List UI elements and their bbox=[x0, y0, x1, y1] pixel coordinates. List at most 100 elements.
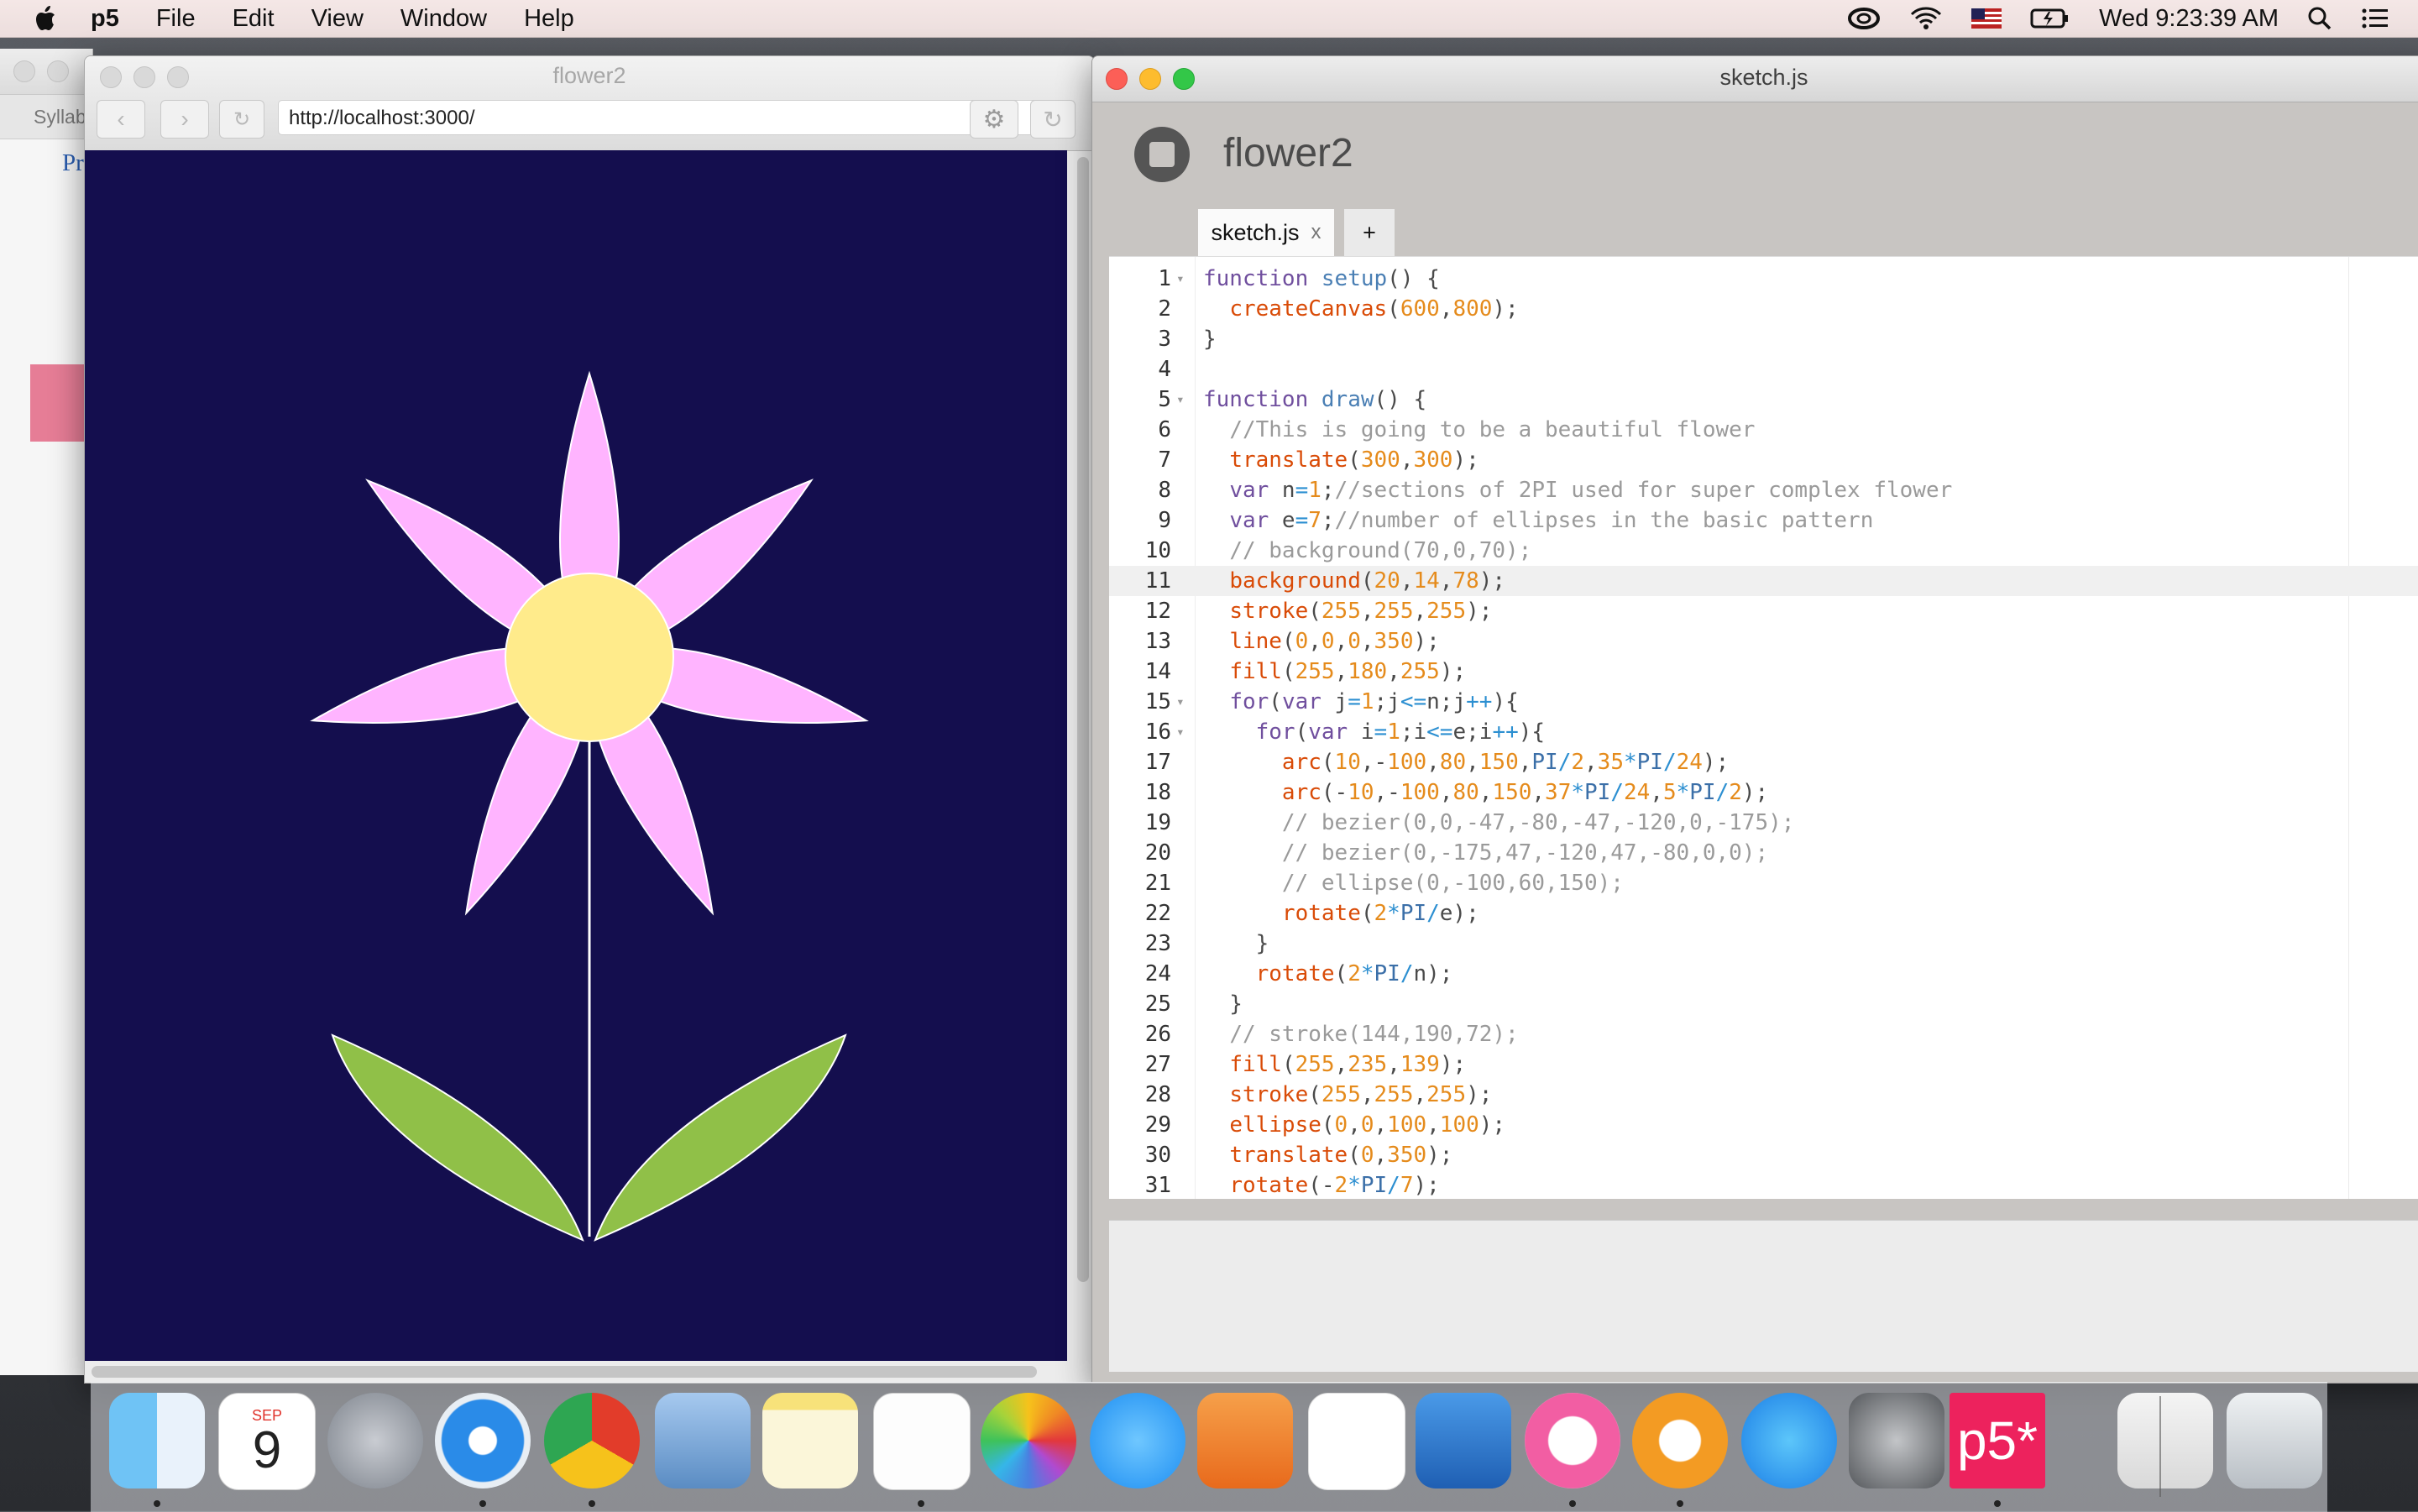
dock-item-p5[interactable]: p5* bbox=[1950, 1393, 2045, 1488]
code-line[interactable]: 13 line(0,0,0,350); bbox=[1109, 626, 2418, 657]
line-number: 11 bbox=[1144, 568, 1171, 594]
tab-close-icon[interactable]: x bbox=[1311, 221, 1322, 244]
code-line[interactable]: 30 translate(0,350); bbox=[1109, 1140, 2418, 1170]
code-line[interactable]: 15 ▾ for(var j=1;j<=n;j++){ bbox=[1109, 687, 2418, 717]
code-line[interactable]: 31 rotate(-2*PI/7); bbox=[1109, 1170, 2418, 1199]
editor-window[interactable]: sketch.js flower2 sketch.js x + 1 ▾ functi… bbox=[1091, 55, 2418, 1384]
code-line[interactable]: 16 ▾ for(var i=1;i<=e;i++){ bbox=[1109, 717, 2418, 747]
url-input[interactable]: http://localhost:3000/ bbox=[278, 100, 1039, 135]
dock-item-mail[interactable] bbox=[655, 1393, 751, 1488]
menu-file[interactable]: File bbox=[156, 5, 196, 33]
stop-button[interactable] bbox=[1134, 127, 1190, 182]
menubar-clock[interactable]: Wed 9:23:39 AM bbox=[2099, 5, 2279, 33]
code-line[interactable]: 23 } bbox=[1109, 929, 2418, 959]
dock-item-notes[interactable] bbox=[762, 1393, 858, 1488]
dock-item-pages[interactable] bbox=[1197, 1393, 1293, 1488]
chevron-left-icon: ‹ bbox=[117, 106, 125, 132]
notification-center-icon[interactable] bbox=[2361, 7, 2389, 30]
fold-toggle-icon[interactable]: ▾ bbox=[1176, 385, 1185, 415]
code-line[interactable]: 21 // ellipse(0,-100,60,150); bbox=[1109, 868, 2418, 898]
dock-item-trash[interactable] bbox=[2227, 1393, 2322, 1488]
dock-item-ibooks[interactable] bbox=[1632, 1393, 1728, 1488]
dock-item-system-preferences[interactable] bbox=[1849, 1393, 1944, 1488]
line-number: 10 bbox=[1144, 538, 1171, 563]
sketch-canvas[interactable] bbox=[85, 150, 1067, 1361]
code-line[interactable]: 14 fill(255,180,255); bbox=[1109, 657, 2418, 687]
menu-view[interactable]: View bbox=[311, 5, 364, 33]
code-line[interactable]: 4 bbox=[1109, 354, 2418, 385]
code-line[interactable]: 24 rotate(2*PI/n); bbox=[1109, 959, 2418, 989]
dock-item-documents[interactable] bbox=[2117, 1393, 2213, 1488]
code-text: // bezier(0,0,-47,-80,-47,-120,0,-175); bbox=[1281, 810, 1795, 835]
tab-sketch-js[interactable]: sketch.js x bbox=[1198, 209, 1334, 256]
code-line[interactable]: 9 var e=7;//number of ellipses in the ba… bbox=[1109, 505, 2418, 536]
settings-button[interactable]: ⚙ bbox=[970, 100, 1018, 139]
horizontal-scrollbar[interactable] bbox=[92, 1366, 1037, 1378]
code-line[interactable]: 19 // bezier(0,0,-47,-80,-47,-120,0,-175… bbox=[1109, 808, 2418, 838]
chrome-icon bbox=[544, 1393, 640, 1488]
book-icon bbox=[1632, 1393, 1728, 1488]
menu-edit[interactable]: Edit bbox=[233, 5, 275, 33]
code-line[interactable]: 8 var n=1;//sections of 2PI used for sup… bbox=[1109, 475, 2418, 505]
code-line[interactable]: 22 rotate(2*PI/e); bbox=[1109, 898, 2418, 929]
dock-item-launchpad[interactable] bbox=[327, 1393, 423, 1488]
editor-titlebar[interactable]: sketch.js bbox=[1092, 56, 2418, 102]
dock-item-calendar[interactable]: SEP 9 bbox=[218, 1393, 316, 1490]
menu-window[interactable]: Window bbox=[400, 5, 487, 33]
code-line[interactable]: 29 ellipse(0,0,100,100); bbox=[1109, 1110, 2418, 1140]
code-line[interactable]: 2 createCanvas(600,800); bbox=[1109, 294, 2418, 324]
code-editor[interactable]: 1 ▾ function setup() {2 createCanvas(600,8… bbox=[1109, 256, 2418, 1199]
dock-item-messages[interactable] bbox=[1090, 1393, 1185, 1488]
battery-icon[interactable] bbox=[2030, 8, 2070, 29]
code-line[interactable]: 26 // stroke(144,190,72); bbox=[1109, 1019, 2418, 1049]
dock-item-chrome[interactable] bbox=[544, 1393, 640, 1488]
dock-item-app-store[interactable] bbox=[1741, 1393, 1837, 1488]
code-line[interactable]: 27 fill(255,235,139); bbox=[1109, 1049, 2418, 1080]
menu-app-name[interactable]: p5 bbox=[91, 5, 119, 33]
code-line[interactable]: 12 stroke(255,255,255); bbox=[1109, 596, 2418, 626]
forward-button[interactable]: › bbox=[160, 100, 209, 139]
code-line[interactable]: 6 //This is going to be a beautiful flow… bbox=[1109, 415, 2418, 445]
document-stack-icon bbox=[2117, 1393, 2213, 1488]
browser-titlebar[interactable]: flower2 ‹ › ↻ http://localhost:3000/ ⚙ ↻ bbox=[85, 56, 1094, 151]
code-line[interactable]: 3} bbox=[1109, 324, 2418, 354]
flag-icon[interactable] bbox=[1971, 8, 2002, 29]
console-panel[interactable] bbox=[1109, 1220, 2418, 1372]
code-line[interactable]: 25 } bbox=[1109, 989, 2418, 1019]
reload-button[interactable]: ↻ bbox=[1030, 100, 1076, 139]
dock-item-itunes[interactable] bbox=[1525, 1393, 1620, 1488]
code-line[interactable]: 7 translate(300,300); bbox=[1109, 445, 2418, 475]
code-line[interactable]: 10 // background(70,0,70); bbox=[1109, 536, 2418, 566]
editor-title: sketch.js bbox=[1719, 65, 1808, 90]
add-tab-button[interactable]: + bbox=[1344, 209, 1395, 256]
code-line[interactable]: 20 // bezier(0,-175,47,-120,47,-80,0,0); bbox=[1109, 838, 2418, 868]
menu-help[interactable]: Help bbox=[524, 5, 574, 33]
dock-item-keynote[interactable] bbox=[1416, 1393, 1511, 1488]
background-tab[interactable]: Syllab bbox=[0, 95, 92, 139]
code-text: translate(300,300); bbox=[1229, 447, 1479, 473]
code-line[interactable]: 1 ▾ function setup() { bbox=[1109, 264, 2418, 294]
code-line[interactable]: 28 stroke(255,255,255); bbox=[1109, 1080, 2418, 1110]
fold-toggle-icon[interactable]: ▾ bbox=[1176, 264, 1185, 294]
dock-item-safari[interactable] bbox=[435, 1393, 531, 1488]
wifi-icon[interactable] bbox=[1909, 6, 1943, 31]
apple-icon[interactable] bbox=[32, 3, 60, 34]
code-line[interactable]: 17 arc(10,-100,80,150,PI/2,35*PI/24); bbox=[1109, 747, 2418, 777]
code-line[interactable]: 18 arc(-10,-100,80,150,37*PI/24,5*PI/2); bbox=[1109, 777, 2418, 808]
vertical-scrollbar[interactable] bbox=[1077, 157, 1089, 1282]
creative-cloud-icon[interactable] bbox=[1847, 7, 1881, 30]
dock-item-numbers[interactable] bbox=[1308, 1393, 1405, 1490]
line-number: 4 bbox=[1158, 357, 1171, 382]
dock-item-reminders[interactable] bbox=[873, 1393, 971, 1490]
dock-item-photos[interactable] bbox=[981, 1393, 1076, 1488]
browser-window[interactable]: flower2 ‹ › ↻ http://localhost:3000/ ⚙ ↻ bbox=[84, 55, 1095, 1384]
code-line[interactable]: 5 ▾ function draw() { bbox=[1109, 385, 2418, 415]
dock-item-finder[interactable] bbox=[109, 1393, 205, 1488]
code-line[interactable]: 11 background(20,14,78); bbox=[1109, 566, 2418, 596]
back-button[interactable]: ‹ bbox=[97, 100, 145, 139]
fold-toggle-icon[interactable]: ▾ bbox=[1176, 687, 1185, 717]
fold-toggle-icon[interactable]: ▾ bbox=[1176, 717, 1185, 747]
background-window[interactable]: Syllab Pr bbox=[0, 49, 93, 1375]
reload-small-button[interactable]: ↻ bbox=[219, 100, 264, 139]
spotlight-search-icon[interactable] bbox=[2307, 6, 2332, 31]
